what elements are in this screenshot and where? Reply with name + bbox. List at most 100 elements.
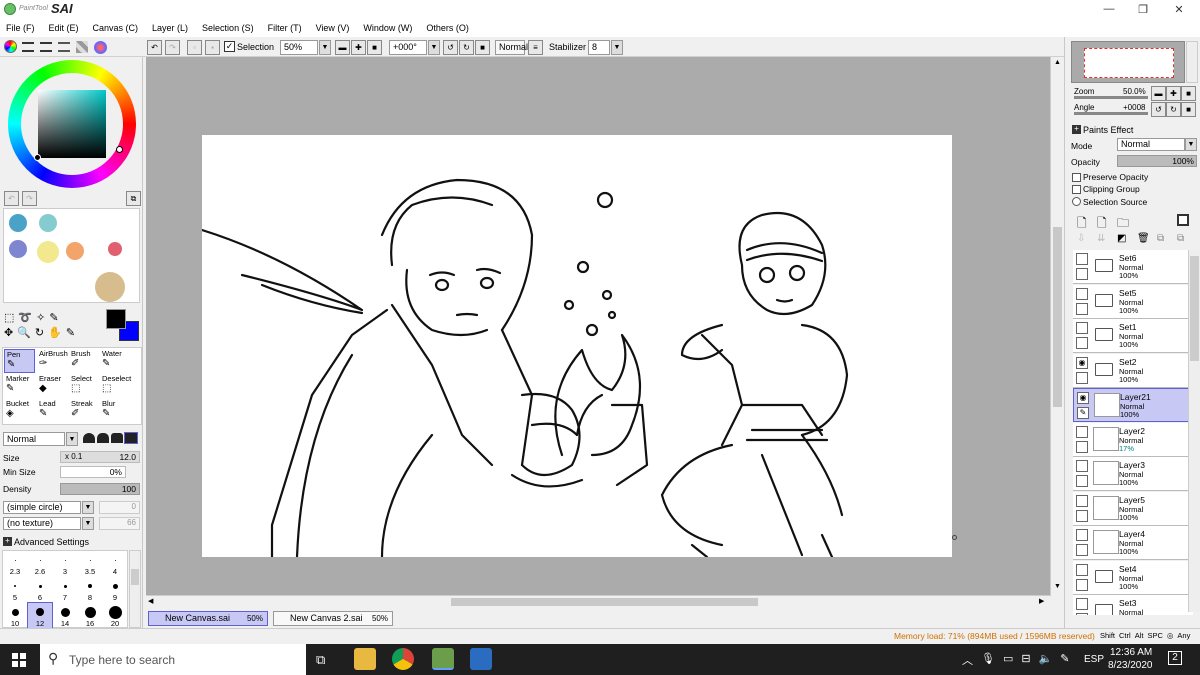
rotate-reset-button[interactable]: ■	[475, 40, 490, 55]
menu-view[interactable]: View (V)	[316, 23, 350, 33]
edge-hard-icon[interactable]	[111, 433, 123, 443]
navigator-preview[interactable]	[1071, 41, 1185, 83]
visibility-checkbox[interactable]	[1076, 598, 1088, 610]
stabilizer-select[interactable]: 8	[588, 40, 610, 55]
layer-row[interactable]: Layer5 Normal 100%	[1073, 491, 1193, 526]
brush-mode-select[interactable]: Normal	[3, 432, 65, 446]
zoom-dropdown[interactable]: ▼	[319, 40, 331, 55]
menu-file[interactable]: File (F)	[6, 23, 35, 33]
delete-layer-icon[interactable]: 🗑	[1137, 233, 1150, 244]
scratchpad[interactable]	[3, 208, 140, 303]
brush-size-preset[interactable]: 5	[3, 577, 27, 602]
deselect-button[interactable]: ▫	[187, 40, 202, 55]
undo-button[interactable]: ↶	[147, 40, 162, 55]
brush-size-preset[interactable]: 2.6	[28, 551, 52, 576]
layer-row[interactable]: Layer4 Normal 100%	[1073, 526, 1193, 560]
brush-size-preset[interactable]: 7	[53, 577, 77, 602]
scroll-up-arrow[interactable]: ▲	[1053, 59, 1062, 68]
visibility-checkbox[interactable]	[1076, 287, 1088, 300]
selection-source-checkbox[interactable]	[1072, 197, 1081, 206]
hue-marker[interactable]	[116, 146, 123, 153]
scroll-left-arrow[interactable]: ◀	[148, 597, 153, 605]
magic-wand-icon[interactable]: ✧	[36, 312, 49, 324]
swatch-5[interactable]	[66, 242, 84, 260]
color-picker-tool-icon[interactable]: ✎	[66, 327, 79, 339]
rgb-slider-icon[interactable]	[22, 42, 34, 52]
selection-checkbox[interactable]: ✓	[224, 41, 235, 52]
visibility-checkbox[interactable]	[1076, 529, 1088, 541]
flatten-icon[interactable]: ⧉	[1177, 233, 1184, 244]
brush-texture-select[interactable]: (no texture)	[3, 517, 81, 530]
tool-select[interactable]: Select ⬚	[69, 374, 100, 398]
merge-down-icon[interactable]: ⇊	[1097, 233, 1105, 244]
file-explorer-icon[interactable]	[354, 648, 376, 670]
swatch-2[interactable]	[39, 214, 57, 232]
brush-shape-select[interactable]: (simple circle)	[3, 501, 81, 514]
microphone-icon[interactable]: 🎙	[981, 652, 995, 668]
lasso-icon[interactable]: ➰	[18, 312, 36, 324]
paints-effect-expand-icon[interactable]: +	[1072, 125, 1081, 134]
lock-checkbox[interactable]	[1076, 268, 1088, 280]
windows-start-icon[interactable]	[12, 653, 26, 667]
eye-icon[interactable]: ◉	[1076, 356, 1088, 369]
navigator-scrollbar[interactable]	[1186, 41, 1198, 83]
hsv-slider-icon[interactable]	[40, 42, 52, 52]
expand-icon[interactable]: +	[3, 537, 12, 546]
tool-pen[interactable]: Pen ✎	[4, 349, 35, 373]
brush-size-scrollbar[interactable]	[129, 550, 141, 628]
min-size-slider[interactable]: 0%	[60, 466, 126, 478]
layer-folder-row[interactable]: Set1 Normal 100%	[1073, 319, 1193, 353]
menu-layer[interactable]: Layer (L)	[152, 23, 188, 33]
minimize-button[interactable]: —	[1092, 0, 1126, 18]
navigator-view-rect[interactable]	[1084, 48, 1174, 78]
hand-icon[interactable]: ✋	[48, 327, 66, 339]
rotate-right-button[interactable]: ↻	[459, 40, 474, 55]
maximize-button[interactable]: ❐	[1126, 0, 1160, 18]
layer-mode-dropdown[interactable]: ▼	[1185, 138, 1197, 151]
blend-mode-select[interactable]: Normal	[495, 40, 528, 55]
photos-icon[interactable]	[470, 648, 492, 670]
drawing-canvas[interactable]	[200, 135, 952, 559]
nav-zoom-slider[interactable]	[1074, 96, 1148, 99]
task-view-icon[interactable]: ⧉	[316, 652, 325, 668]
scratchpad-icon[interactable]	[94, 41, 107, 54]
edge-soft-icon[interactable]	[83, 433, 95, 443]
zoom-tool-icon[interactable]: 🔍	[17, 327, 35, 339]
density-slider[interactable]: 100	[60, 483, 140, 495]
brush-mode-dropdown[interactable]: ▼	[66, 432, 78, 446]
layer-row[interactable]: Layer3 Normal 100%	[1073, 457, 1193, 491]
zoom-in-button[interactable]: ✚	[351, 40, 366, 55]
nav-zoom-in-button[interactable]: ✚	[1166, 86, 1181, 101]
brush-texture-strength[interactable]: 66	[99, 517, 140, 530]
lock-checkbox[interactable]	[1076, 613, 1088, 615]
brush-texture-dropdown[interactable]: ▼	[82, 517, 94, 530]
lock-checkbox[interactable]	[1076, 509, 1088, 522]
brush-size-preset[interactable]: 3.5	[78, 551, 102, 576]
size-multiplier[interactable]: x 0.1	[65, 452, 82, 461]
zoom-select[interactable]: 50%	[280, 40, 318, 55]
tab-new-canvas-2[interactable]: New Canvas 2.sai 50%	[273, 611, 393, 626]
scroll-right-arrow[interactable]: ▶	[1039, 597, 1044, 605]
color-picker-marker[interactable]	[34, 154, 41, 161]
visibility-checkbox[interactable]	[1076, 253, 1088, 265]
vertical-scrollbar[interactable]: ▲ ▼	[1050, 57, 1064, 596]
brush-size-preset[interactable]: 4	[103, 551, 127, 576]
menu-window[interactable]: Window (W)	[363, 23, 412, 33]
brush-size-preset[interactable]: 6	[28, 577, 52, 602]
chevron-up-icon[interactable]: ︿	[962, 652, 973, 668]
rotate-tool-icon[interactable]: ↻	[35, 327, 48, 339]
transfer-down-icon[interactable]: ⇩	[1077, 233, 1085, 244]
tool-lead[interactable]: Lead ✎	[37, 399, 68, 423]
tab-new-canvas[interactable]: New Canvas.sai 50%	[148, 611, 268, 626]
menu-others[interactable]: Others (O)	[426, 23, 469, 33]
nav-rotate-left-button[interactable]: ↺	[1151, 102, 1166, 117]
brush-size-preset[interactable]: 12	[27, 602, 53, 629]
visibility-checkbox[interactable]	[1076, 322, 1088, 334]
brush-size-preset[interactable]: 10	[3, 603, 27, 628]
close-button[interactable]: ✕	[1162, 0, 1196, 18]
tool-brush[interactable]: Brush ✐	[69, 349, 100, 373]
battery-icon[interactable]: ▭	[1003, 652, 1013, 668]
tool-streak[interactable]: Streak ✐	[69, 399, 100, 423]
notification-icon[interactable]: 2	[1168, 651, 1182, 665]
scroll-down-arrow[interactable]: ▼	[1053, 583, 1062, 592]
